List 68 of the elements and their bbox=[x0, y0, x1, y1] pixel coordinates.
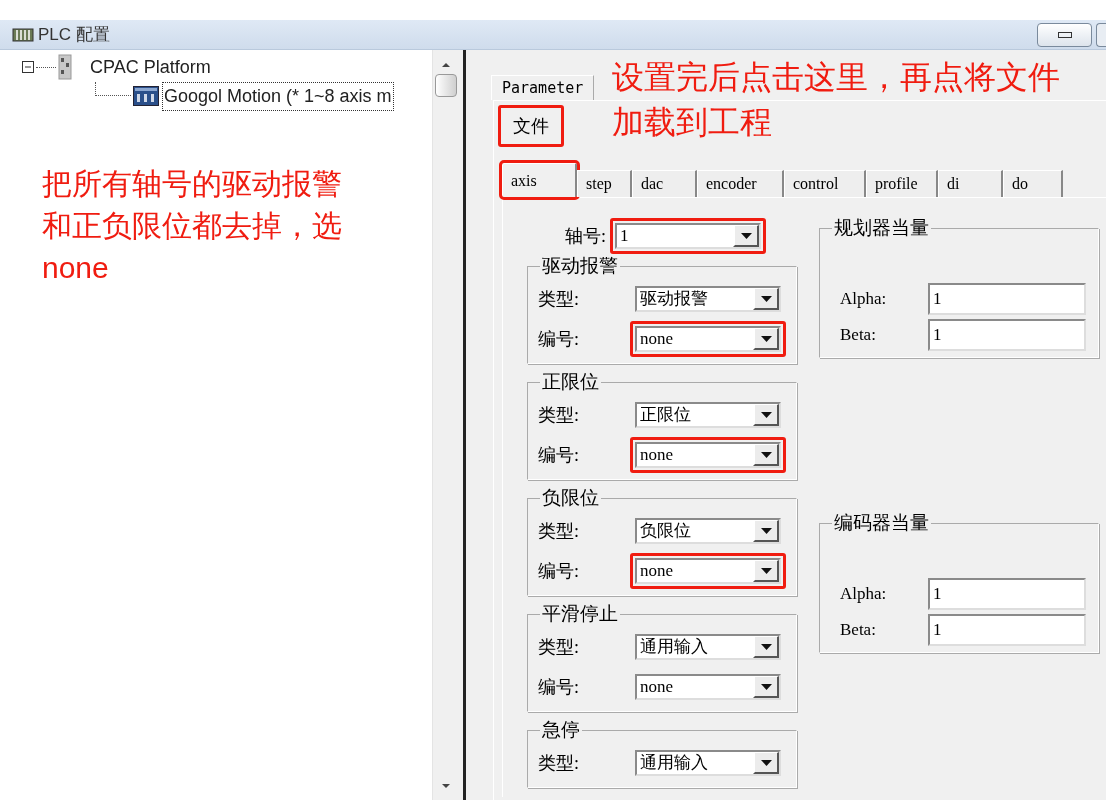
caret-icon bbox=[760, 759, 772, 766]
tab[interactable]: Parameter bbox=[491, 75, 595, 100]
dropdown[interactable]: none bbox=[635, 674, 781, 700]
field-label: 类型: bbox=[538, 403, 579, 427]
group-title: 编码器当量 bbox=[832, 511, 931, 535]
dropdown[interactable]: none bbox=[635, 326, 781, 352]
field-label: 类型: bbox=[538, 287, 579, 311]
field-label: Alpha: bbox=[840, 288, 887, 311]
field-label: 编号: bbox=[538, 559, 579, 583]
tree-item[interactable]: CPAC Platform bbox=[90, 53, 211, 81]
field-label: 编号: bbox=[538, 443, 579, 467]
caret-icon bbox=[760, 451, 772, 458]
minimize-button[interactable] bbox=[1037, 22, 1092, 47]
dropdown[interactable]: 通用输入 bbox=[635, 750, 781, 776]
input-field[interactable]: 1 bbox=[928, 283, 1086, 315]
field-label: Beta: bbox=[840, 619, 876, 642]
group-title: 急停 bbox=[540, 718, 582, 742]
window-title: PLC 配置 bbox=[38, 23, 110, 46]
grid-icon bbox=[12, 26, 34, 43]
tab[interactable]: do bbox=[1003, 170, 1063, 197]
input-field[interactable]: 1 bbox=[928, 614, 1086, 646]
caret-icon bbox=[760, 411, 772, 418]
field-label: 轴号: bbox=[565, 224, 606, 248]
dropdown[interactable]: none bbox=[635, 442, 781, 468]
device-icon bbox=[58, 54, 72, 80]
dropdown[interactable]: 驱动报警 bbox=[635, 286, 781, 312]
field-label: 编号: bbox=[538, 327, 579, 351]
group-title: 平滑停止 bbox=[540, 602, 620, 626]
field-label: 编号: bbox=[538, 675, 579, 699]
dropdown[interactable]: 负限位 bbox=[635, 518, 781, 544]
tab[interactable]: axis bbox=[502, 163, 577, 197]
field-label: Alpha: bbox=[840, 583, 887, 606]
caret-icon bbox=[760, 335, 772, 342]
collapse-icon[interactable] bbox=[22, 61, 34, 73]
field-label: 类型: bbox=[538, 751, 579, 775]
field-label: 类型: bbox=[538, 635, 579, 659]
group-title: 驱动报警 bbox=[540, 254, 620, 278]
input-field[interactable]: 1 bbox=[928, 319, 1086, 351]
dropdown[interactable]: none bbox=[635, 558, 781, 584]
field-label: 类型: bbox=[538, 519, 579, 543]
tab[interactable]: profile bbox=[866, 170, 938, 197]
dropdown[interactable]: 通用输入 bbox=[635, 634, 781, 660]
input-field[interactable]: 1 bbox=[928, 578, 1086, 610]
caret-icon bbox=[760, 643, 772, 650]
field-label: Beta: bbox=[840, 324, 876, 347]
scroll-thumb[interactable] bbox=[434, 74, 457, 97]
group-title: 规划器当量 bbox=[832, 216, 931, 240]
annotation-text: 设置完后点击这里，再点将文件加载到工程 bbox=[612, 58, 1061, 142]
dropdown[interactable]: 正限位 bbox=[635, 402, 781, 428]
caret-icon bbox=[760, 295, 772, 302]
window-button[interactable] bbox=[1096, 22, 1106, 47]
tab[interactable]: step bbox=[577, 170, 632, 197]
tab[interactable]: dac bbox=[632, 170, 697, 197]
annotation-text: 把所有轴号的驱动报警和正负限位都去掉，选none bbox=[42, 166, 343, 286]
caret-icon bbox=[760, 527, 772, 534]
caret-icon bbox=[760, 567, 772, 574]
tree-item[interactable]: Googol Motion (* 1~8 axis m bbox=[162, 81, 394, 111]
group-title: 负限位 bbox=[540, 486, 601, 510]
caret-icon bbox=[760, 683, 772, 690]
tab[interactable]: di bbox=[938, 170, 1003, 197]
module-icon bbox=[133, 86, 159, 106]
dropdown[interactable]: 1 bbox=[615, 223, 761, 249]
minimize-icon bbox=[1057, 31, 1072, 38]
tab[interactable]: encoder bbox=[697, 170, 784, 197]
scrollbar[interactable] bbox=[432, 50, 458, 800]
group-title: 正限位 bbox=[540, 370, 601, 394]
tab[interactable]: control bbox=[784, 170, 866, 197]
caret-icon bbox=[740, 232, 752, 239]
